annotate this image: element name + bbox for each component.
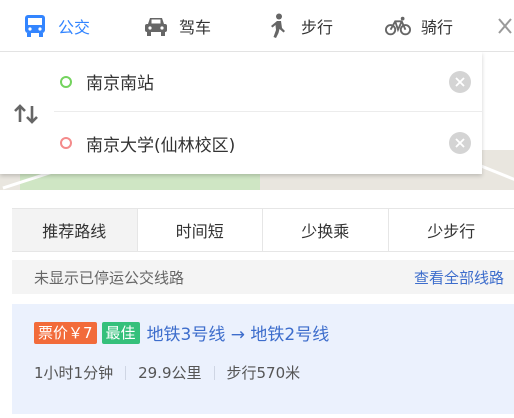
tab-walk-label: 步行 — [301, 18, 334, 37]
route-distance: 29.9公里 — [138, 364, 202, 382]
bike-icon — [385, 13, 411, 39]
tab-drive-label: 驾车 — [179, 18, 212, 37]
filter-less-walking[interactable]: 少步行 — [388, 209, 514, 251]
route-header: 票价￥7 最佳 地铁3号线 → 地铁2号线 — [34, 320, 329, 345]
filter-recommended[interactable]: 推荐路线 — [12, 209, 138, 251]
route-filter-bar: 推荐路线 时间短 少换乘 少步行 — [12, 208, 514, 252]
swap-icon[interactable] — [12, 102, 40, 126]
filter-shortest-time[interactable]: 时间短 — [137, 209, 263, 251]
close-icon[interactable] — [496, 12, 514, 40]
clear-start-icon[interactable] — [449, 70, 471, 93]
suspended-lines-notice: 未显示已停运公交线路 查看全部线路 — [12, 260, 514, 294]
route-planner: 公交 驾车 步行 骑行 南京南站 南京大学(仙林校区) 推荐路线 时间短 少换乘… — [0, 0, 514, 418]
tab-bus[interactable]: 公交 — [22, 0, 90, 52]
start-input[interactable]: 南京南站 — [86, 69, 449, 94]
tab-walk[interactable]: 步行 — [265, 0, 333, 52]
tab-bike-label: 骑行 — [421, 18, 454, 37]
filter-fewer-transfers[interactable]: 少换乘 — [263, 209, 389, 251]
tab-bike[interactable]: 骑行 — [385, 0, 453, 52]
best-badge: 最佳 — [101, 321, 140, 344]
walk-icon — [265, 13, 291, 39]
car-icon — [143, 13, 169, 39]
route-meta: 1小时1分钟 29.9公里 步行570米 — [34, 362, 300, 383]
end-input[interactable]: 南京大学(仙林校区) — [86, 131, 449, 156]
notice-text: 未显示已停运公交线路 — [34, 268, 185, 287]
bus-icon — [22, 13, 48, 39]
tab-bus-label: 公交 — [58, 18, 91, 37]
route-input-panel: 南京南站 南京大学(仙林校区) — [0, 52, 482, 174]
view-all-lines-link[interactable]: 查看全部线路 — [414, 267, 504, 288]
end-point-icon — [60, 137, 72, 149]
route-lines[interactable]: 地铁3号线 → 地铁2号线 — [147, 320, 330, 345]
route-result-card[interactable]: 票价￥7 最佳 地铁3号线 → 地铁2号线 1小时1分钟 29.9公里 步行57… — [12, 304, 514, 414]
tab-drive[interactable]: 驾车 — [143, 0, 211, 52]
transport-mode-bar: 公交 驾车 步行 骑行 — [0, 0, 514, 52]
divider — [213, 365, 215, 380]
start-point-icon — [60, 75, 72, 88]
route-duration: 1小时1分钟 — [34, 364, 114, 382]
clear-end-icon[interactable] — [449, 132, 471, 154]
end-field[interactable]: 南京大学(仙林校区) — [54, 113, 482, 173]
divider — [125, 365, 127, 380]
fare-badge: 票价￥7 — [34, 321, 97, 344]
route-walk-distance: 步行570米 — [226, 364, 301, 382]
start-field[interactable]: 南京南站 — [54, 52, 482, 112]
